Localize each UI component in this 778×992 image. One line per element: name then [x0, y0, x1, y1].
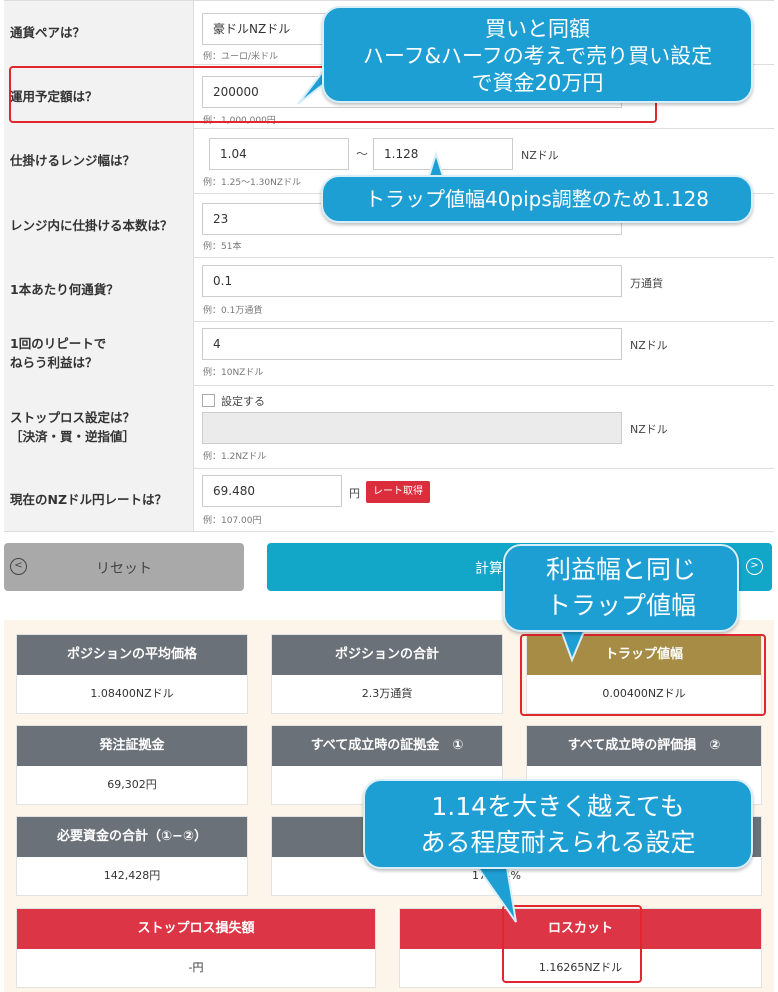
- range-example: 例：1.25～1.30NZドル: [203, 178, 301, 188]
- stoploss-unit: NZドル: [630, 423, 668, 436]
- range-low-input[interactable]: 1.04: [209, 138, 349, 170]
- annotation-line: で資金20万円: [471, 71, 604, 95]
- row-per-trap: 1本あたり何通貨？ 0.1 万通貨 例：0.1万通貨: [4, 257, 774, 322]
- annotation-losscut: 1.14を大きく越えても ある程度耐えられる設定: [363, 779, 753, 869]
- rate-unit: 円: [349, 487, 360, 500]
- annotation-range: トラップ値幅40pips調整のため1.128: [321, 175, 753, 223]
- profit-label: 1回のリピートで ねらう利益は？: [4, 321, 194, 385]
- result-card-stoploss-loss: ストップロス損失額 -円: [16, 908, 376, 988]
- annotation-line: トラップ値幅: [545, 591, 696, 620]
- stoploss-check-label: 設定する: [221, 395, 265, 408]
- annotation-line: 利益幅と同じ: [545, 555, 696, 584]
- row-profit: 1回のリピートで ねらう利益は？ 4 NZドル 例：10NZドル: [4, 321, 774, 386]
- annotation-line: 1.14を大きく越えても: [431, 792, 685, 821]
- result-title: ストップロス損失額: [17, 909, 375, 949]
- result-title: 発注証拠金: [17, 726, 247, 766]
- result-card-average-price: ポジションの平均価格 1.08400NZドル: [16, 634, 248, 714]
- result-value: -円: [188, 961, 204, 974]
- annotation-amount: 買いと同額 ハーフ&ハーフの考えで売り買い設定 で資金20万円: [322, 6, 753, 103]
- calculate-label: 計算: [475, 561, 503, 577]
- range-tilde: ～: [356, 147, 369, 161]
- row-stoploss: ストップロス設定は？ ［決済・買・逆指値］ 設定する NZドル 例：1.2NZド…: [4, 385, 774, 469]
- result-card-order-margin: 発注証拠金 69,302円: [16, 725, 248, 805]
- rate-input[interactable]: 69.480: [202, 475, 342, 507]
- currency-pair-example: 例：ユーロ/米ドル: [203, 52, 279, 62]
- result-value: 69,302円: [107, 778, 157, 791]
- currency-pair-label: 通貨ペアは？: [4, 1, 194, 64]
- stoploss-label: ストップロス設定は？ ［決済・買・逆指値］: [4, 385, 194, 468]
- result-value: 2.3万通貨: [361, 687, 413, 700]
- per-trap-example: 例：0.1万通貨: [203, 306, 263, 316]
- rate-example: 例：107.00円: [203, 516, 262, 526]
- count-example: 例：51本: [203, 242, 242, 252]
- count-label: レンジ内に仕掛ける本数は？: [4, 193, 194, 257]
- chevron-right-icon: >: [746, 558, 763, 575]
- stoploss-checkbox[interactable]: [202, 394, 215, 407]
- result-title: ポジションの合計: [272, 635, 502, 675]
- result-value: 1.08400NZドル: [90, 687, 174, 700]
- profit-input[interactable]: 4: [202, 328, 622, 360]
- range-label: 仕掛けるレンジ幅は？: [4, 128, 194, 193]
- result-title: 必要資金の合計（①−②）: [17, 817, 247, 857]
- result-title: すべて成立時の評価損 ②: [527, 726, 761, 766]
- annotation-line: ある程度耐えられる設定: [420, 828, 696, 857]
- profit-unit: NZドル: [630, 339, 668, 352]
- per-trap-unit: 万通貨: [630, 277, 663, 290]
- per-trap-input[interactable]: 0.1: [202, 265, 622, 297]
- result-title: ポジションの平均価格: [17, 635, 247, 675]
- row-rate: 現在のNZドル円レートは？ 69.480 円 レート取得 例：107.00円: [4, 468, 774, 532]
- simulation-form: 通貨ペアは？ 豪ドルNZドル 例：ユーロ/米ドル 運用予定額は？ 200000 …: [4, 0, 774, 532]
- rate-label: 現在のNZドル円レートは？: [4, 468, 194, 531]
- reset-label: リセット: [96, 561, 152, 577]
- stoploss-input[interactable]: [202, 412, 622, 444]
- per-trap-label: 1本あたり何通貨？: [4, 257, 194, 321]
- annotation-line: 買いと同額: [485, 17, 590, 41]
- profit-example: 例：10NZドル: [203, 368, 264, 378]
- annotation-trap-width: 利益幅と同じ トラップ値幅: [503, 544, 739, 632]
- get-rate-button[interactable]: レート取得: [366, 481, 430, 503]
- result-title: すべて成立時の証拠金 ①: [272, 726, 502, 766]
- result-card-required-funds: 必要資金の合計（①−②） 142,428円: [16, 816, 248, 896]
- result-card-position-total: ポジションの合計 2.3万通貨: [271, 634, 503, 714]
- annotation-line: ハーフ&ハーフの考えで売り買い設定: [362, 44, 713, 68]
- reset-button[interactable]: < リセット: [4, 543, 244, 591]
- range-unit: NZドル: [521, 149, 559, 162]
- result-value: 142,428円: [103, 869, 161, 882]
- stoploss-example: 例：1.2NZドル: [203, 452, 267, 462]
- callout-tail: [472, 861, 517, 923]
